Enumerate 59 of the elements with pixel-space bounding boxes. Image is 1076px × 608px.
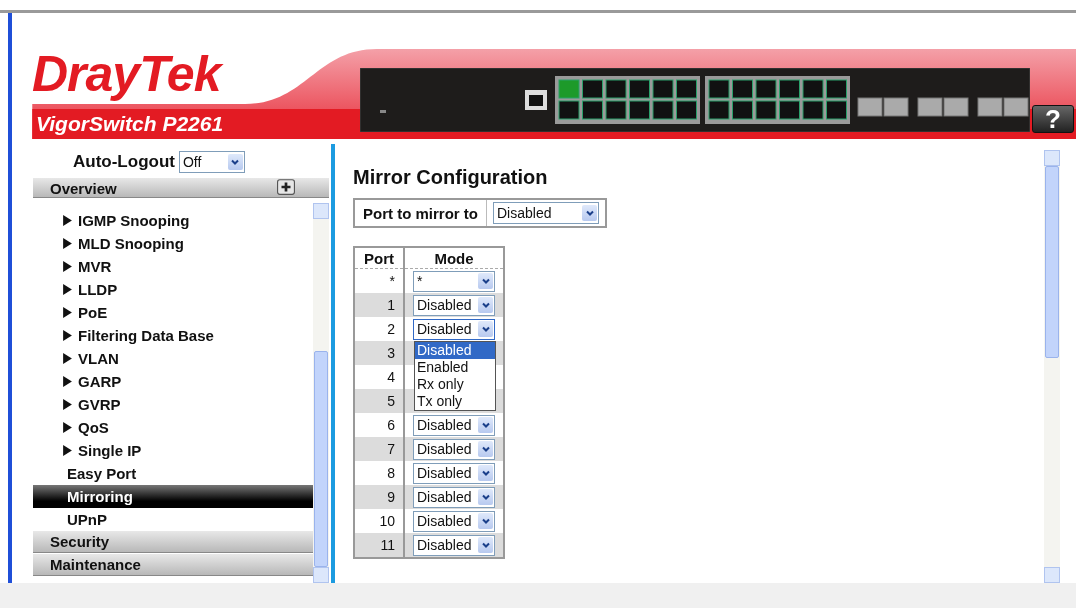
dropdown-option[interactable]: Disabled	[415, 342, 495, 359]
triangle-icon	[63, 376, 72, 387]
nav-item[interactable]: UPnP	[33, 508, 313, 531]
mode-select[interactable]: Disabled	[413, 534, 495, 556]
page-title: Mirror Configuration	[353, 166, 549, 190]
nav-item[interactable]: Easy Port	[33, 462, 313, 485]
nav-section-header[interactable]: Maintenance	[33, 554, 313, 576]
nav-item[interactable]: GVRP	[33, 393, 313, 416]
nav-item[interactable]: Mirroring	[33, 485, 313, 508]
port-number: 11	[354, 533, 404, 558]
mode-select[interactable]: Disabled	[413, 318, 495, 340]
nav-item[interactable]: PoE	[33, 301, 313, 324]
expand-plus-icon[interactable]	[277, 179, 295, 195]
port-number: 5	[354, 389, 404, 413]
port-number: 7	[354, 437, 404, 461]
triangle-icon	[63, 330, 72, 341]
model-name: VigorSwitch P2261	[35, 111, 225, 137]
triangle-icon	[63, 238, 72, 249]
mode-select[interactable]: Disabled	[413, 438, 495, 460]
triangle-icon	[63, 284, 72, 295]
triangle-icon	[63, 399, 72, 410]
port-number: 9	[354, 485, 404, 509]
overview-section-header[interactable]: Overview	[33, 178, 329, 198]
nav-item[interactable]: Single IP	[33, 439, 313, 462]
nav-item[interactable]: LLDP	[33, 278, 313, 301]
nav-item[interactable]: MVR	[33, 255, 313, 278]
column-header: Mode	[404, 247, 504, 269]
scrollbar[interactable]	[313, 203, 329, 583]
port-number: 1	[354, 293, 404, 317]
nav-item[interactable]: MLD Snooping	[33, 232, 313, 255]
nav-item[interactable]: IGMP Snooping	[33, 209, 313, 232]
nav-item[interactable]: GARP	[33, 370, 313, 393]
nav-item[interactable]: QoS	[33, 416, 313, 439]
brand-logo: DrayTek	[32, 44, 352, 104]
triangle-icon	[63, 445, 72, 456]
triangle-icon	[63, 422, 72, 433]
column-header: Port	[354, 247, 404, 269]
triangle-icon	[63, 215, 72, 226]
nav-section-header[interactable]: Security	[33, 531, 313, 553]
mode-select[interactable]: *	[413, 270, 495, 292]
port-number: 3	[354, 341, 404, 365]
dropdown-option[interactable]: Enabled	[415, 359, 495, 376]
mode-select[interactable]: Disabled	[413, 462, 495, 484]
help-button[interactable]: ?	[1032, 105, 1074, 133]
scrollbar[interactable]	[1044, 150, 1060, 583]
auto-logout-select[interactable]: Off	[178, 151, 245, 173]
auto-logout-label: Auto-Logout	[73, 152, 175, 172]
dropdown-option[interactable]: Rx only	[415, 376, 495, 393]
triangle-icon	[63, 261, 72, 272]
triangle-icon	[63, 307, 72, 318]
dropdown-option[interactable]: Tx only	[415, 393, 495, 410]
mode-select[interactable]: Disabled	[413, 414, 495, 436]
mode-select[interactable]: Disabled	[413, 294, 495, 316]
nav-item[interactable]: VLAN	[33, 347, 313, 370]
nav-item[interactable]: Filtering Data Base	[33, 324, 313, 347]
triangle-icon	[63, 353, 72, 364]
mode-select[interactable]: Disabled	[413, 510, 495, 532]
mode-select[interactable]: Disabled	[413, 486, 495, 508]
mirror-port-select[interactable]: Disabled	[493, 202, 599, 224]
